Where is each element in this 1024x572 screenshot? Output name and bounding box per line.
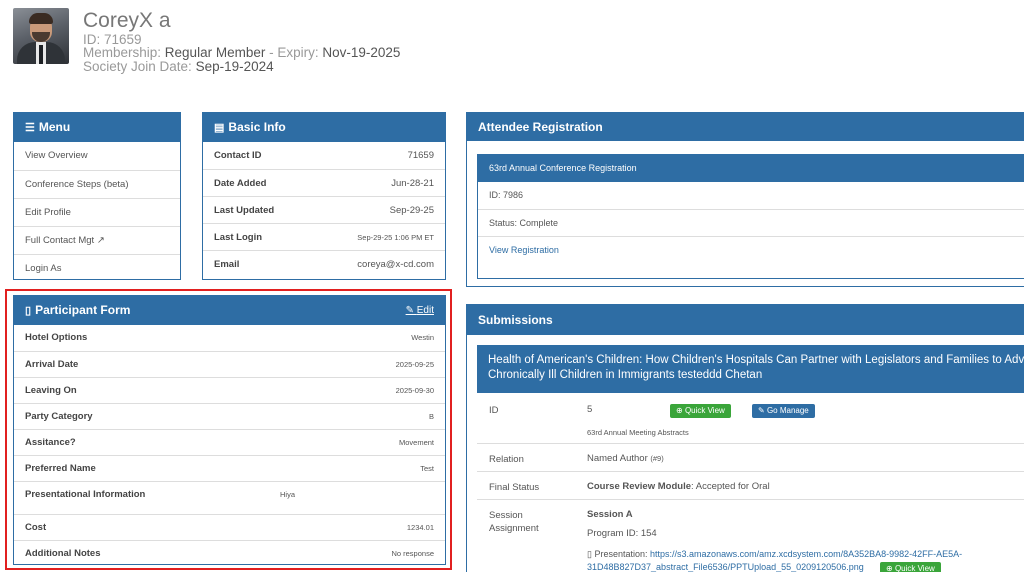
participant-form-row: Hotel Options Westin [25, 332, 434, 343]
participant-form-row: Party Category B [14, 403, 445, 429]
participant-form-row: Assitance? Movement [14, 429, 445, 455]
participant-form-row: Leaving On 2025-09-30 [14, 377, 445, 403]
registration-status: Status: Complete [478, 209, 1024, 236]
participant-form-row: Additional Notes No response [14, 540, 445, 566]
avatar [13, 8, 69, 64]
registration-id: ID: 7986 [489, 190, 524, 200]
go-manage-button[interactable]: ✎ Go Manage [752, 404, 815, 418]
participant-form-row: Arrival Date 2025-09-25 [14, 351, 445, 377]
participant-form-row: Preferred Name Test [14, 455, 445, 481]
basic-info-row: Last Login Sep-29-25 1:06 PM ET [203, 223, 445, 250]
participant-form-row: Cost 1234.01 [14, 514, 445, 540]
submission-details: ID 5 ⊕ Quick View ✎ Go Manage 63rd Annua… [477, 393, 1024, 572]
search-icon: ⊕ [886, 564, 893, 572]
menu-item-view-overview[interactable]: View Overview [14, 142, 180, 170]
menu-header: ☰ Menu [14, 113, 180, 142]
participant-form-panel: ▯ Participant Form ✎ Edit Hotel Options We… [13, 295, 446, 565]
basic-info-row: Last Updated Sep-29-25 [203, 196, 445, 223]
attendee-registration-header: Attendee Registration [467, 113, 1024, 141]
quick-view-button[interactable]: ⊕ Quick View [670, 404, 731, 418]
edit-participant-form-link[interactable]: ✎ Edit [406, 296, 434, 325]
membership-line: Membership: Regular Member - Expiry: Nov… [83, 45, 401, 60]
registration-card: 63rd Annual Conference Registration ID: … [477, 154, 1024, 279]
presentation-link-cont[interactable]: 31D48B827D37_abstract_File6536/PPTUpload… [587, 562, 864, 572]
meeting-name: 63rd Annual Meeting Abstracts [587, 428, 689, 437]
participant-form-row: Presentational Information Hiya [14, 481, 445, 514]
file-icon: ▯ [587, 549, 592, 559]
registration-card-title: 63rd Annual Conference Registration [478, 155, 1024, 182]
hamburger-icon: ☰ [25, 122, 35, 134]
id-card-icon: ▤ [214, 122, 225, 134]
basic-info-row: Date Added Jun-28-21 [203, 169, 445, 196]
view-registration-row: View Registration [478, 236, 1024, 263]
menu-panel: ☰ Menu View Overview Conference Steps (be… [13, 112, 181, 280]
basic-info-row: Email coreya@x-cd.com [203, 250, 445, 277]
submission-final-status-row: Final Status Course Review Module: Accep… [477, 471, 1024, 499]
profile-header: CoreyX a ID: 71659 Membership: Regular M… [13, 8, 713, 78]
document-icon: ▯ [25, 305, 32, 317]
presentation-link[interactable]: https://s3.amazonaws.com/amz.xcdsystem.c… [650, 549, 962, 559]
external-link-icon: ↗ [96, 235, 105, 246]
edit-icon: ✎ [405, 305, 414, 316]
society-join-line: Society Join Date: Sep-19-2024 [83, 59, 274, 74]
basic-info-header: ▤ Basic Info [203, 113, 445, 142]
submission-title: Health of American's Children: How Child… [477, 345, 1024, 393]
menu-item-full-contact-mgt[interactable]: Full Contact Mgt ↗ [14, 226, 180, 254]
view-registration-link[interactable]: View Registration [489, 245, 559, 255]
submissions-header: Submissions [467, 305, 1024, 335]
profile-name: CoreyX a [83, 9, 171, 32]
basic-info-row: Contact ID 71659 [214, 150, 434, 161]
submission-session-row: Session Assignment Session A Program ID:… [477, 499, 1024, 572]
edit-icon: ✎ [758, 406, 765, 415]
submission-relation-row: Relation Named Author (#9) [477, 443, 1024, 471]
submission-id-row: ID 5 ⊕ Quick View ✎ Go Manage 63rd Annua… [477, 393, 1024, 443]
submissions-panel: Submissions Health of American's Childre… [466, 304, 1024, 572]
menu-item-login-as[interactable]: Login As [14, 254, 180, 282]
basic-info-panel: ▤ Basic Info Contact ID 71659 Date Added Ju… [202, 112, 446, 280]
participant-form-header: ▯ Participant Form ✎ Edit [14, 296, 445, 325]
menu-item-edit-profile[interactable]: Edit Profile [14, 198, 180, 226]
menu-item-conference-steps[interactable]: Conference Steps (beta) [14, 170, 180, 198]
search-icon: ⊕ [676, 406, 683, 415]
quick-view-button-2[interactable]: ⊕ Quick View [880, 562, 941, 572]
attendee-registration-panel: Attendee Registration 63rd Annual Confer… [466, 112, 1024, 287]
